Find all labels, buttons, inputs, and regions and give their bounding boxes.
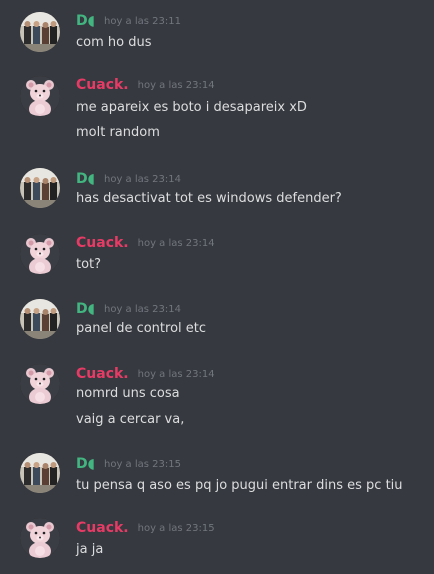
- message-header: D◖ hoy a las 23:15: [76, 453, 181, 473]
- teddy-bear-avatar-icon: [20, 76, 60, 116]
- teddy-bear-avatar-icon: [20, 234, 60, 274]
- message-group: Cuack. hoy a las 23:14 nomrd uns cosa vai…: [0, 353, 434, 445]
- message-text: com ho dus: [76, 35, 152, 50]
- group-photo-avatar-icon: [20, 168, 60, 208]
- username[interactable]: D◖: [76, 171, 95, 187]
- message-header: D◖ hoy a las 23:14: [76, 298, 181, 318]
- avatar[interactable]: [20, 168, 60, 208]
- message-group: D◖ hoy a las 23:14 has desactivat tot es …: [0, 156, 434, 218]
- avatar[interactable]: [20, 453, 60, 493]
- message-header: Cuack. hoy a las 23:15: [76, 517, 215, 537]
- chat-messages: D◖hoy a las 23:11 com ho dus Cuack.hoy: [0, 0, 434, 574]
- message-text: nomrd uns cosa: [76, 386, 180, 401]
- message-group: D◖ hoy a las 23:14 panel de control etc: [0, 288, 434, 350]
- message-header: Cuack. hoy a las 23:14: [76, 74, 215, 94]
- message-header: Cuack. hoy a las 23:14: [76, 363, 215, 383]
- username[interactable]: Cuack.: [76, 235, 129, 251]
- message-text: me apareix es boto i desapareix xD: [76, 100, 307, 115]
- timestamp: hoy a las 23:15: [104, 459, 181, 470]
- avatar[interactable]: [20, 518, 60, 558]
- teddy-bear-avatar-icon: [20, 518, 60, 558]
- avatar[interactable]: [20, 234, 60, 274]
- message-group: Cuack. hoy a las 23:15 ja ja: [0, 508, 434, 574]
- timestamp: hoy a las 23:14: [137, 80, 215, 91]
- message-text: vaig a cercar va,: [76, 412, 185, 427]
- message-text: molt random: [76, 125, 160, 140]
- avatar[interactable]: [20, 364, 60, 404]
- message-header: D◖ hoy a las 23:11: [76, 10, 181, 30]
- timestamp: hoy a las 23:14: [137, 238, 215, 249]
- teddy-bear-avatar-icon: [20, 364, 60, 404]
- avatar[interactable]: [20, 12, 60, 52]
- timestamp: hoy a las 23:14: [104, 174, 181, 185]
- timestamp: hoy a las 23:14: [137, 369, 215, 380]
- group-photo-avatar-icon: [20, 12, 60, 52]
- avatar[interactable]: [20, 299, 60, 339]
- username[interactable]: Cuack.: [76, 77, 129, 93]
- message-text: tot?: [76, 257, 102, 272]
- timestamp: hoy a las 23:11: [104, 16, 181, 27]
- message-group: D◖ hoy a las 23:11 com ho dus: [0, 0, 434, 60]
- username[interactable]: D◖: [76, 13, 95, 29]
- timestamp: hoy a las 23:15: [137, 523, 215, 534]
- avatar[interactable]: [20, 76, 60, 116]
- message-header: D◖ hoy a las 23:14: [76, 168, 181, 188]
- message-text: has desactivat tot es windows defender?: [76, 191, 342, 206]
- timestamp: hoy a las 23:14: [104, 304, 181, 315]
- message-group: D◖ hoy a las 23:15 tu pensa q aso es pq j…: [0, 445, 434, 507]
- username[interactable]: D◖: [76, 456, 95, 472]
- group-photo-avatar-icon: [20, 299, 60, 339]
- message-text: ja ja: [76, 542, 104, 557]
- username[interactable]: Cuack.: [76, 520, 129, 536]
- username[interactable]: D◖: [76, 301, 95, 317]
- message-text: tu pensa q aso es pq jo pugui entrar din…: [76, 478, 403, 493]
- username[interactable]: Cuack.: [76, 366, 129, 382]
- message-text: panel de control etc: [76, 321, 207, 336]
- group-photo-avatar-icon: [20, 453, 60, 493]
- message-group: Cuack. hoy a las 23:14 me apareix es boto…: [0, 64, 434, 152]
- message-header: Cuack. hoy a las 23:14: [76, 232, 215, 252]
- message-group: Cuack. hoy a las 23:14 tot?: [0, 222, 434, 284]
